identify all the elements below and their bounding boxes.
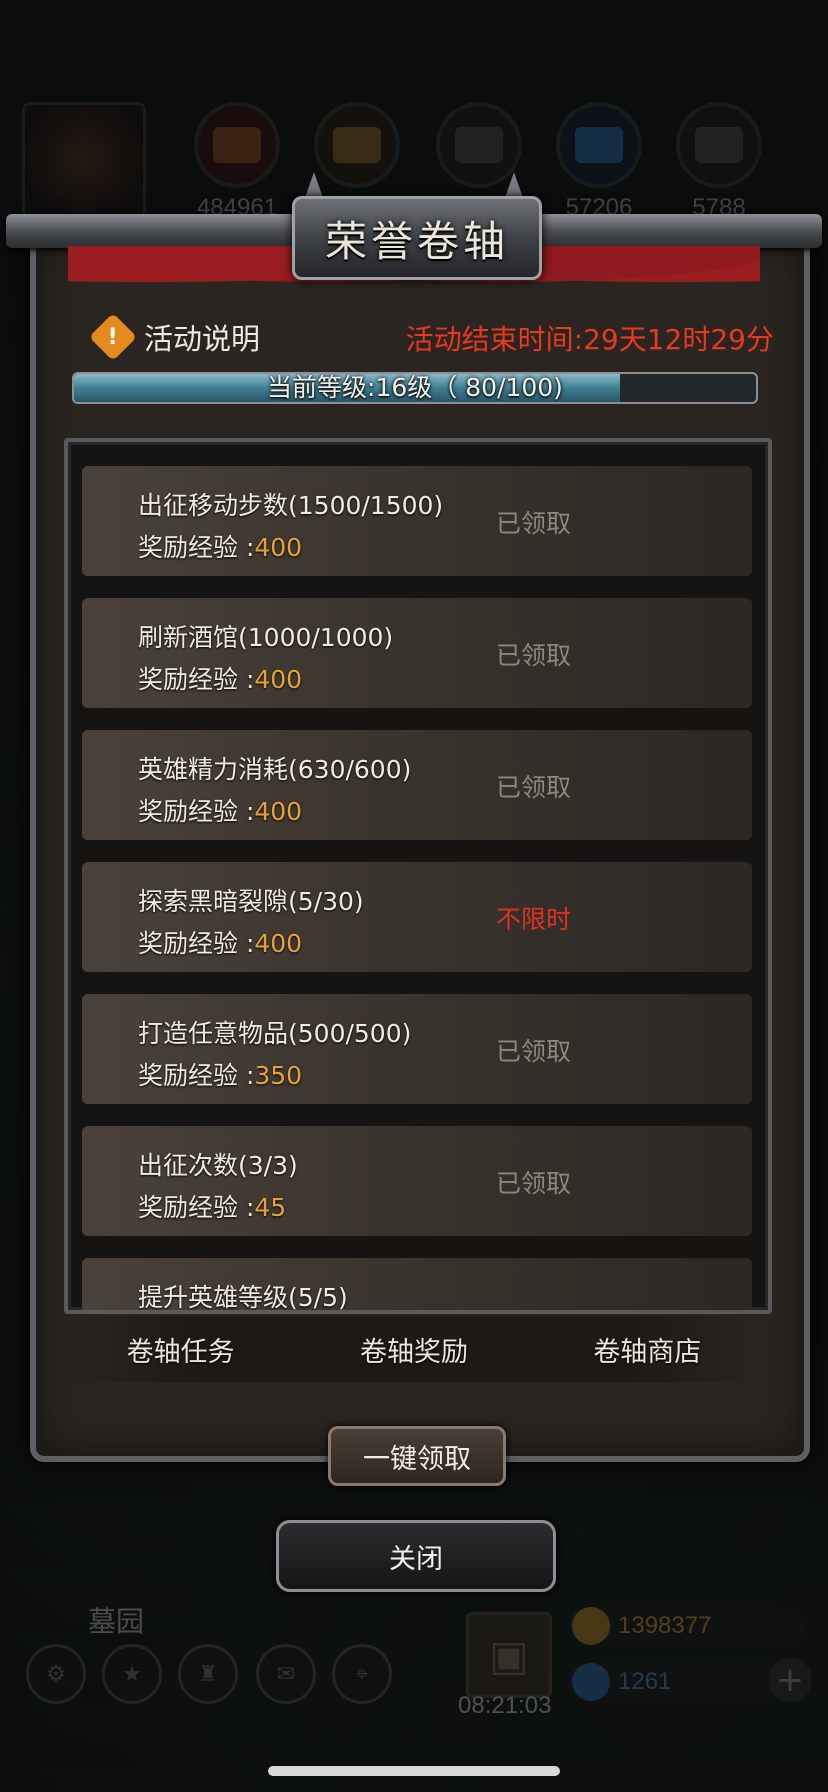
- home-indicator[interactable]: [268, 1766, 560, 1776]
- task-name: 英雄精力消耗(630/600): [138, 755, 412, 784]
- reward-xp: 350: [254, 1061, 303, 1090]
- task-status[interactable]: 不限时: [496, 900, 571, 936]
- task-name: 探索黑暗裂隙(5/30): [138, 887, 364, 916]
- task-name: 出征移动步数(1500/1500): [138, 491, 444, 520]
- task-row[interactable]: 提升英雄等级(5/5): [82, 1258, 752, 1312]
- task-status[interactable]: 已领取: [496, 636, 571, 672]
- close-button[interactable]: 关闭: [276, 1520, 556, 1592]
- tab-scroll-tasks[interactable]: 卷轴任务: [107, 1322, 255, 1377]
- task-reward: 奖励经验 :400: [138, 924, 302, 960]
- task-reward: 奖励经验 :350: [138, 1056, 302, 1092]
- reward-xp: 400: [254, 797, 303, 826]
- task-row[interactable]: 英雄精力消耗(630/600) 奖励经验 :400 已领取: [82, 730, 752, 840]
- level-progress-bar: 当前等级:16级（ 80/100): [72, 372, 758, 404]
- panel-title: 荣誉卷轴: [324, 216, 509, 266]
- level-text: 当前等级:16级（ 80/100): [267, 373, 563, 402]
- activity-info-label: 活动说明: [144, 322, 261, 356]
- event-end-time: 活动结束时间:29天12时29分: [405, 323, 774, 356]
- task-name: 提升英雄等级(5/5): [138, 1283, 348, 1312]
- task-status[interactable]: 已领取: [496, 504, 571, 540]
- reward-label: 奖励经验 :: [138, 665, 255, 694]
- reward-xp: 45: [254, 1193, 287, 1222]
- warning-icon: !: [88, 312, 138, 362]
- reward-label: 奖励经验 :: [138, 533, 255, 562]
- claim-all-button[interactable]: 一键领取: [328, 1426, 506, 1486]
- tab-scroll-rewards[interactable]: 卷轴奖励: [340, 1322, 488, 1377]
- reward-label: 奖励经验 :: [138, 929, 255, 958]
- task-name: 打造任意物品(500/500): [138, 1019, 412, 1048]
- reward-label: 奖励经验 :: [138, 797, 255, 826]
- reward-xp: 400: [254, 929, 303, 958]
- scroll-tabs: 卷轴任务 卷轴奖励 卷轴商店: [64, 1316, 764, 1382]
- title-plate: 荣誉卷轴: [292, 196, 542, 280]
- task-list[interactable]: 出征移动步数(1500/1500) 奖励经验 :400 已领取 刷新酒馆(100…: [82, 466, 752, 1312]
- task-row[interactable]: 出征移动步数(1500/1500) 奖励经验 :400 已领取: [82, 466, 752, 576]
- task-reward: 奖励经验 :45: [138, 1188, 286, 1224]
- task-row[interactable]: 探索黑暗裂隙(5/30) 奖励经验 :400 不限时: [82, 862, 752, 972]
- task-row[interactable]: 刷新酒馆(1000/1000) 奖励经验 :400 已领取: [82, 598, 752, 708]
- tab-scroll-shop[interactable]: 卷轴商店: [573, 1322, 721, 1377]
- task-status[interactable]: 已领取: [496, 768, 571, 804]
- warning-glyph: !: [107, 324, 119, 350]
- task-status[interactable]: 已领取: [496, 1164, 571, 1200]
- task-name: 刷新酒馆(1000/1000): [138, 623, 394, 652]
- task-row[interactable]: 打造任意物品(500/500) 奖励经验 :350 已领取: [82, 994, 752, 1104]
- task-reward: 奖励经验 :400: [138, 792, 302, 828]
- activity-info-button[interactable]: ! 活动说明: [88, 312, 261, 362]
- task-reward: 奖励经验 :400: [138, 660, 302, 696]
- reward-xp: 400: [254, 533, 303, 562]
- reward-xp: 400: [254, 665, 303, 694]
- reward-label: 奖励经验 :: [138, 1193, 255, 1222]
- task-reward: 奖励经验 :400: [138, 528, 302, 564]
- task-status[interactable]: 已领取: [496, 1032, 571, 1068]
- task-list-frame[interactable]: 出征移动步数(1500/1500) 奖励经验 :400 已领取 刷新酒馆(100…: [64, 438, 772, 1314]
- task-name: 出征次数(3/3): [138, 1151, 298, 1180]
- reward-label: 奖励经验 :: [138, 1061, 255, 1090]
- task-row[interactable]: 出征次数(3/3) 奖励经验 :45 已领取: [82, 1126, 752, 1236]
